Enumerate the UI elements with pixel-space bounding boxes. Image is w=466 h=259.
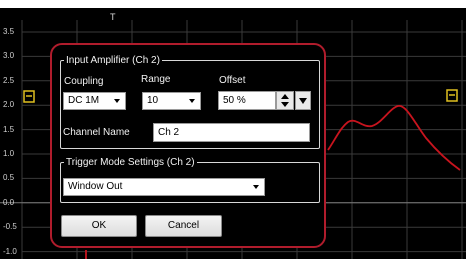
trigger-mode-value: Window Out [68,181,123,192]
channel-name-input[interactable]: Ch 2 [153,123,310,142]
coupling-value: DC 1M [68,95,100,106]
y-tick-label: 2.0 [3,100,15,110]
y-tick-label: 0.5 [3,173,15,183]
y-tick-label: 3.0 [3,51,15,61]
trigger-mode-legend: Trigger Mode Settings (Ch 2) [66,157,195,168]
trigger-mode-select[interactable]: Window Out [63,178,265,196]
coupling-select[interactable]: DC 1M [63,92,126,110]
chevron-down-icon [189,99,195,103]
y-tick-label: 1.0 [3,149,15,158]
y-tick-label: 3.5 [3,27,15,36]
coupling-label: Coupling [64,76,104,87]
trigger-time-marker[interactable]: T [110,12,116,22]
offset-value: 50 % [223,95,246,106]
range-value: 10 [147,95,159,106]
chevron-down-icon [114,99,120,103]
range-select[interactable]: 10 [142,92,201,110]
chevron-down-icon [299,98,307,104]
ok-button[interactable]: OK [61,215,137,237]
spin-down-icon[interactable] [281,102,289,107]
channel-name-value: Ch 2 [158,127,180,138]
top-border [0,0,466,8]
y-tick-label: 2.5 [3,75,15,85]
cancel-button[interactable]: Cancel [145,215,222,237]
channel-settings-dialog: Input Amplifier (Ch 2) Coupling Range Of… [50,43,326,248]
offset-spinner[interactable] [276,91,294,110]
chevron-down-icon [253,185,259,189]
offset-label: Offset [219,75,246,86]
y-tick-label: -1.0 [3,246,17,256]
offset-dropdown-button[interactable] [295,91,311,110]
y-tick-label: 0.0 [3,197,15,207]
spin-up-icon[interactable] [281,94,289,99]
y-tick-label: 1.5 [3,124,15,134]
y-tick-label: -0.5 [3,222,17,232]
offset-input[interactable]: 50 % [218,91,276,110]
range-label: Range [141,74,171,85]
input-amplifier-legend: Input Amplifier (Ch 2) [66,55,160,66]
channel-name-label: Channel Name [63,127,130,138]
